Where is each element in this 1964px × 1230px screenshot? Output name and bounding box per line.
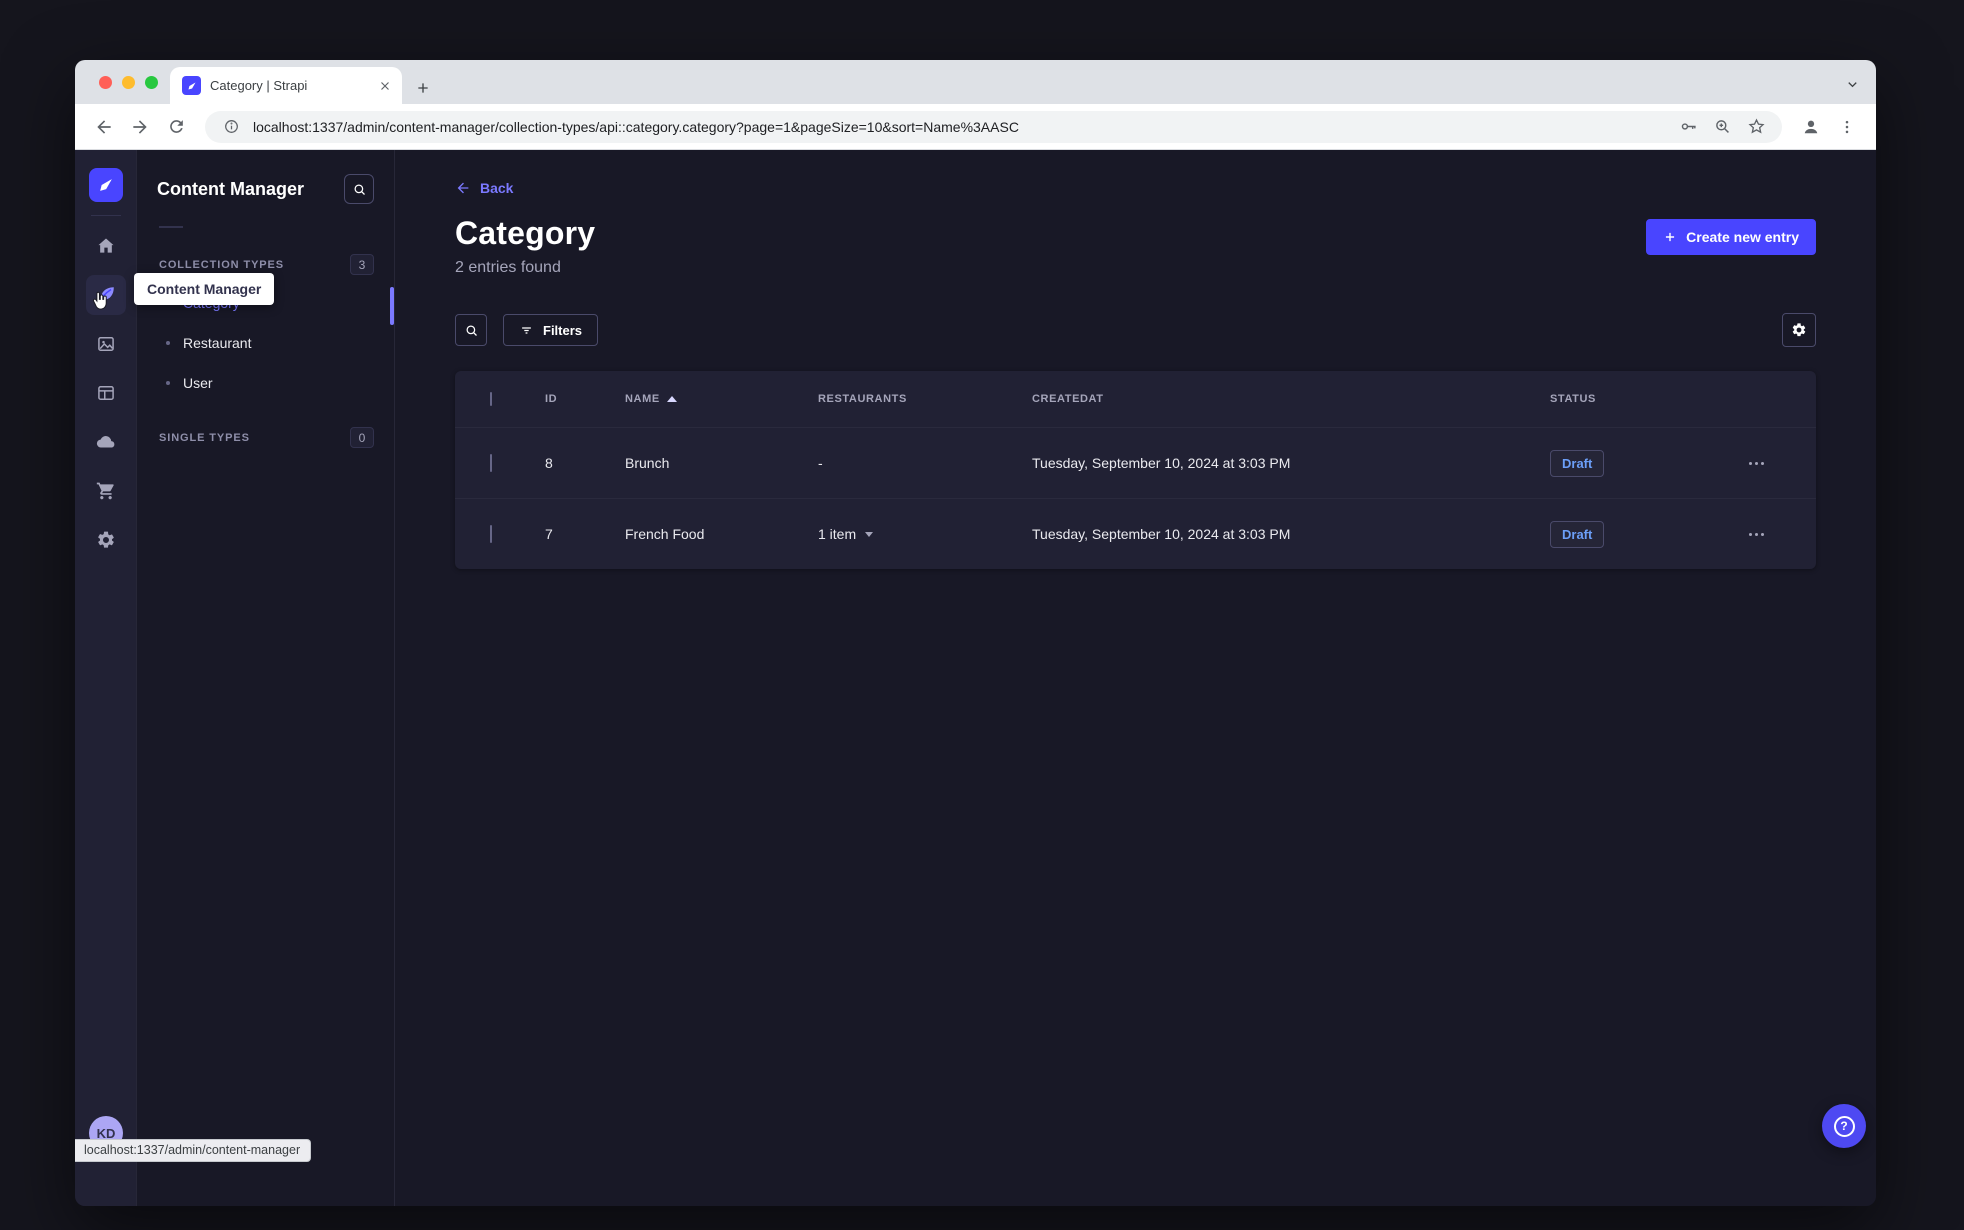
active-item-indicator <box>390 287 394 325</box>
zoom-window-button[interactable] <box>145 76 158 89</box>
row-checkbox[interactable] <box>490 454 492 472</box>
gear-icon <box>1792 323 1806 337</box>
table-row[interactable]: 7 French Food 1 item Tuesday, September … <box>455 498 1816 569</box>
reload-icon[interactable] <box>161 112 191 142</box>
column-header-id[interactable]: ID <box>545 393 625 405</box>
plus-icon <box>1666 232 1675 242</box>
entries-count: 2 entries found <box>455 259 561 276</box>
profile-avatar-icon[interactable] <box>1796 112 1826 142</box>
bookmark-star-icon[interactable] <box>1744 115 1768 139</box>
sidebar-item-content-type-builder[interactable] <box>86 373 126 413</box>
forward-nav-icon[interactable] <box>125 112 155 142</box>
help-button[interactable]: ? <box>1822 1104 1866 1148</box>
filter-icon <box>522 326 531 334</box>
url-bar[interactable]: localhost:1337/admin/content-manager/col… <box>205 110 1782 143</box>
cell-id: 8 <box>545 455 553 471</box>
cell-name: French Food <box>625 526 705 542</box>
sidebar-item-user[interactable]: User <box>157 363 374 403</box>
sidebar-item-settings[interactable] <box>86 520 126 560</box>
collection-types-count-badge: 3 <box>350 254 374 275</box>
back-link[interactable]: Back <box>455 180 513 196</box>
filters-button[interactable]: Filters <box>503 314 599 346</box>
content-manager-tooltip: Content Manager <box>134 273 275 305</box>
bullet-icon <box>166 341 170 345</box>
page-title: Category <box>455 215 596 251</box>
search-button[interactable] <box>455 314 487 346</box>
subnav-divider <box>159 226 183 228</box>
subnav-search-button[interactable] <box>344 174 374 204</box>
table-settings-button[interactable] <box>1782 313 1816 347</box>
create-new-entry-button[interactable]: Create new entry <box>1646 219 1816 255</box>
table-header-row: ID NAME RESTAURANTS CREATEDAT STATUS <box>455 371 1816 427</box>
sidebar-item-cloud[interactable] <box>86 422 126 462</box>
new-tab-button[interactable] <box>415 80 431 96</box>
row-checkbox[interactable] <box>490 525 492 543</box>
single-types-count-badge: 0 <box>350 427 374 448</box>
status-badge: Draft <box>1550 520 1605 548</box>
tab-search-chevron-icon[interactable] <box>1845 77 1860 92</box>
chevron-down-icon <box>865 531 874 537</box>
select-all-checkbox[interactable] <box>490 392 492 406</box>
cell-restaurants: - <box>818 455 823 471</box>
browser-toolbar: localhost:1337/admin/content-manager/col… <box>75 104 1876 150</box>
strapi-logo[interactable] <box>88 168 123 202</box>
url-text: localhost:1337/admin/content-manager/col… <box>253 118 1019 135</box>
row-actions-button[interactable] <box>1749 461 1792 465</box>
column-header-status[interactable]: STATUS <box>1550 393 1740 405</box>
passwords-key-icon[interactable] <box>1676 115 1700 139</box>
subnav-title: Content Manager <box>157 178 305 199</box>
sidebar-item-media-library[interactable] <box>86 324 126 364</box>
cell-createdat: Tuesday, September 10, 2024 at 3:03 PM <box>1032 455 1291 471</box>
sidebar-item-marketplace[interactable] <box>86 471 126 511</box>
strapi-app: KD Content Manager COLLECTION TYPES 3 Ca… <box>75 150 1876 1206</box>
back-nav-icon[interactable] <box>89 112 119 142</box>
column-header-name[interactable]: NAME <box>625 393 818 405</box>
column-header-createdat[interactable]: CREATEDAT <box>1032 393 1550 405</box>
content-manager-subnav: Content Manager COLLECTION TYPES 3 Categ… <box>137 150 395 1206</box>
single-types-label: SINGLE TYPES <box>159 431 250 444</box>
column-header-restaurants[interactable]: RESTAURANTS <box>818 393 1032 405</box>
main-content: Back Category 2 entries found Create new… <box>395 150 1876 1206</box>
site-info-icon[interactable] <box>219 115 243 139</box>
zoom-in-icon[interactable] <box>1710 115 1734 139</box>
cell-restaurants[interactable]: 1 item <box>818 526 1032 542</box>
minimize-window-button[interactable] <box>122 76 135 89</box>
status-badge: Draft <box>1550 449 1605 477</box>
browser-menu-kebab-icon[interactable] <box>1832 112 1862 142</box>
rail-divider <box>90 215 121 216</box>
traffic-lights <box>99 76 158 89</box>
menu-item-label: User <box>183 375 213 391</box>
tab-close-icon[interactable] <box>378 79 392 93</box>
collection-types-label: COLLECTION TYPES <box>159 258 285 271</box>
close-window-button[interactable] <box>99 76 112 89</box>
sidebar-item-home[interactable] <box>86 226 126 266</box>
row-actions-button[interactable] <box>1749 532 1792 536</box>
browser-tab[interactable]: Category | Strapi <box>170 67 402 104</box>
tab-title: Category | Strapi <box>210 78 308 93</box>
search-icon <box>354 184 365 195</box>
entries-table: ID NAME RESTAURANTS CREATEDAT STATUS 8 B… <box>455 371 1816 569</box>
bullet-icon <box>166 381 170 385</box>
table-row[interactable]: 8 Brunch - Tuesday, September 10, 2024 a… <box>455 427 1816 498</box>
search-icon <box>466 325 477 336</box>
sort-ascending-icon <box>666 396 677 402</box>
question-mark-icon: ? <box>1833 1115 1855 1137</box>
cell-id: 7 <box>545 526 553 542</box>
cell-createdat: Tuesday, September 10, 2024 at 3:03 PM <box>1032 526 1291 542</box>
strapi-favicon-icon <box>182 76 201 95</box>
tab-strip: Category | Strapi <box>75 60 1876 104</box>
cell-name: Brunch <box>625 455 670 471</box>
link-status-bubble: localhost:1337/admin/content-manager <box>75 1139 312 1162</box>
mouse-cursor-pointer <box>89 290 111 312</box>
menu-item-label: Restaurant <box>183 335 252 351</box>
browser-window: Category | Strapi localhost:1337/admin/c… <box>75 60 1876 1206</box>
arrow-left-icon <box>457 182 469 194</box>
sidebar-item-restaurant[interactable]: Restaurant <box>157 323 374 363</box>
